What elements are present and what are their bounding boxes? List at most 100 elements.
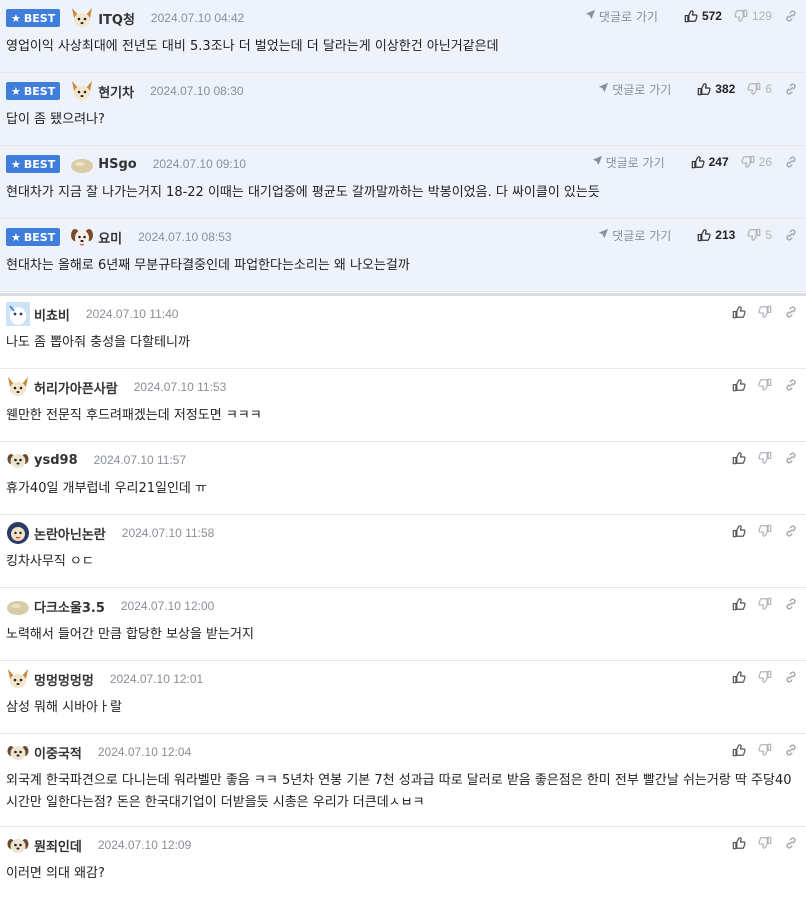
nickname[interactable]: 이중국적	[34, 743, 82, 762]
copy-link-button[interactable]	[784, 670, 798, 684]
nickname[interactable]: 허리가아픈사람	[34, 378, 118, 397]
downvote-button[interactable]	[758, 743, 772, 757]
upvote-button[interactable]	[732, 670, 746, 684]
copy-link-button[interactable]	[784, 82, 798, 96]
downvote-button[interactable]: 5	[747, 228, 772, 242]
downvote-button[interactable]	[758, 378, 772, 392]
comment-actions: 댓글로 가기 247 26	[592, 152, 798, 172]
nickname[interactable]: ysd98	[34, 453, 78, 468]
comment: 뭔죄인데 2024.07.10 12:09 이러면 의대 왜감?	[0, 827, 806, 897]
nickname[interactable]: 멍멍멍멍멍	[34, 670, 94, 689]
upvote-button[interactable]	[732, 524, 746, 538]
avatar[interactable]	[6, 594, 30, 618]
upvote-button[interactable]	[732, 305, 746, 319]
upvote-button[interactable]: 247	[691, 155, 729, 169]
nickname[interactable]: 요미	[98, 228, 122, 247]
downvote-button[interactable]: 26	[741, 155, 772, 169]
reply-link-label: 댓글로 가기	[612, 228, 672, 243]
thumbs-up-icon	[732, 524, 746, 538]
thumbs-down-icon	[747, 228, 761, 242]
copy-link-button[interactable]	[784, 9, 798, 23]
best-comment: ★ BEST HSgo 2024.07.10 09:10 댓글로 가기 247 26 현대차가…	[0, 146, 806, 219]
comment-date: 2024.07.10 11:40	[85, 307, 179, 321]
copy-link-button[interactable]	[784, 228, 798, 242]
copy-link-button[interactable]	[784, 378, 798, 392]
copy-link-button[interactable]	[784, 451, 798, 465]
comment: 논란아닌논란 2024.07.10 11:58 킹차사무직 ㅇㄷ	[0, 515, 806, 588]
copy-link-button[interactable]	[784, 743, 798, 757]
avatar[interactable]	[70, 79, 94, 103]
avatar[interactable]	[6, 667, 30, 691]
star-icon: ★	[11, 157, 21, 171]
avatar[interactable]	[6, 833, 30, 857]
comment-text: 노력해서 들어간 만큼 합당한 보상을 받는거지	[6, 627, 254, 642]
nickname[interactable]: ITQ청	[98, 9, 135, 28]
best-label: BEST	[23, 230, 56, 244]
link-icon	[784, 524, 798, 538]
copy-link-button[interactable]	[784, 155, 798, 169]
comment-date: 2024.07.10 08:53	[138, 230, 232, 244]
link-icon	[784, 836, 798, 850]
best-label: BEST	[23, 84, 56, 98]
nickname[interactable]: HSgo	[98, 157, 136, 172]
thumbs-down-icon	[758, 670, 772, 684]
upvote-button[interactable]: 382	[697, 82, 735, 96]
avatar[interactable]	[6, 375, 30, 399]
comment-actions	[720, 521, 798, 541]
upvote-button[interactable]	[732, 836, 746, 850]
comment-actions	[720, 375, 798, 395]
best-comment: ★ BEST 현기차 2024.07.10 08:30 댓글로 가기 382 6 답이 좀 됐…	[0, 73, 806, 146]
downvote-button[interactable]: 129	[734, 9, 772, 23]
avatar[interactable]	[6, 448, 30, 472]
copy-link-button[interactable]	[784, 524, 798, 538]
best-label: BEST	[23, 157, 56, 171]
avatar[interactable]	[70, 152, 94, 176]
copy-link-button[interactable]	[784, 305, 798, 319]
comment-text: 웬만한 전문직 후드려패겠는데 저정도면 ㅋㅋㅋ	[6, 408, 262, 423]
avatar[interactable]	[6, 302, 30, 326]
star-icon: ★	[11, 230, 21, 244]
thumbs-up-icon	[732, 451, 746, 465]
thumbs-up-icon	[732, 670, 746, 684]
upvote-button[interactable]: 213	[697, 228, 735, 242]
upvote-button[interactable]	[732, 597, 746, 611]
downvote-button[interactable]	[758, 597, 772, 611]
link-icon	[784, 82, 798, 96]
downvote-button[interactable]	[758, 524, 772, 538]
upvote-button[interactable]	[732, 451, 746, 465]
arrow-icon	[585, 9, 599, 23]
nickname[interactable]: 논란아닌논란	[34, 524, 106, 543]
nickname[interactable]: 다크소울3.5	[34, 597, 105, 616]
downvote-button[interactable]	[758, 670, 772, 684]
downvote-button[interactable]	[758, 451, 772, 465]
downvote-count: 26	[758, 155, 772, 169]
upvote-button[interactable]: 572	[684, 9, 722, 23]
comment-actions	[720, 833, 798, 853]
go-to-reply-link[interactable]: 댓글로 가기	[592, 154, 665, 171]
copy-link-button[interactable]	[784, 597, 798, 611]
go-to-reply-link[interactable]: 댓글로 가기	[598, 81, 671, 98]
arrow-icon	[598, 82, 612, 96]
downvote-button[interactable]	[758, 305, 772, 319]
link-icon	[784, 451, 798, 465]
comment-actions	[720, 302, 798, 322]
avatar[interactable]	[6, 521, 30, 545]
go-to-reply-link[interactable]: 댓글로 가기	[585, 8, 658, 25]
go-to-reply-link[interactable]: 댓글로 가기	[598, 227, 671, 244]
comment-header: 다크소울3.5 2024.07.10 12:00	[6, 594, 214, 618]
copy-link-button[interactable]	[784, 836, 798, 850]
nickname[interactable]: 현기차	[98, 82, 134, 101]
downvote-button[interactable]: 6	[747, 82, 772, 96]
reply-link-label: 댓글로 가기	[598, 9, 658, 24]
nickname[interactable]: 뭔죄인데	[34, 836, 82, 855]
comment: 멍멍멍멍멍 2024.07.10 12:01 삼성 뭐해 시바아ㅏ랄	[0, 661, 806, 734]
downvote-button[interactable]	[758, 836, 772, 850]
upvote-button[interactable]	[732, 378, 746, 392]
avatar[interactable]	[70, 225, 94, 249]
upvote-button[interactable]	[732, 743, 746, 757]
upvote-count: 572	[701, 9, 722, 23]
nickname[interactable]: 비쵸비	[34, 305, 70, 324]
avatar[interactable]	[6, 740, 30, 764]
thumbs-down-icon	[741, 155, 755, 169]
avatar[interactable]	[70, 6, 94, 30]
